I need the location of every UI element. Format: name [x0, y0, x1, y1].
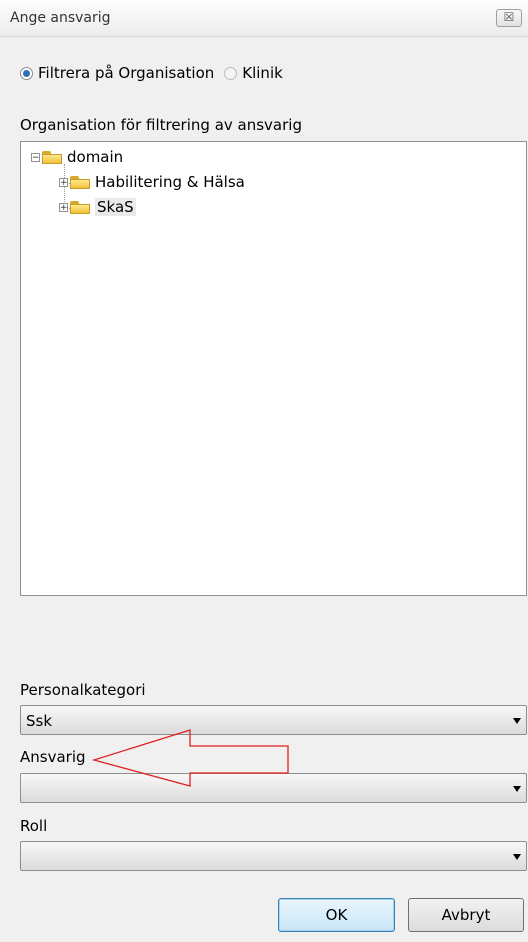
window-title: Ange ansvarig [10, 10, 111, 26]
close-icon[interactable]: ☒ [496, 9, 522, 27]
tree-node-label: SkaS [95, 198, 136, 216]
chevron-down-icon [513, 854, 521, 860]
personalkategori-label: Personalkategori [20, 681, 146, 699]
tree-node-habilitering[interactable]: + Habilitering & Hälsa [59, 173, 245, 191]
radio-organisation-label: Filtrera på Organisation [38, 64, 215, 82]
personalkategori-value: Ssk [26, 712, 53, 730]
tree-node-label: Habilitering & Hälsa [95, 173, 245, 191]
radio-klinik[interactable]: Klinik [224, 64, 283, 82]
radio-klinik-icon[interactable] [224, 66, 238, 80]
filter-radio-group: Filtrera på Organisation Klinik [20, 64, 283, 82]
chevron-down-icon [513, 718, 521, 724]
folder-icon [42, 150, 62, 164]
tree-label: Organisation för filtrering av ansvarig [20, 116, 302, 134]
expand-icon[interactable]: + [59, 177, 68, 187]
tree-node-domain[interactable]: − domain [31, 148, 123, 166]
organisation-tree[interactable]: − domain + Habilitering & Hälsa + SkaS [20, 141, 527, 596]
radio-organisation-icon[interactable] [20, 66, 33, 80]
tree-node-label: domain [67, 148, 124, 166]
title-bar: Ange ansvarig ☒ [0, 0, 528, 37]
ansvarig-label: Ansvarig [20, 748, 86, 766]
cancel-button[interactable]: Avbryt [408, 898, 524, 932]
annotation-arrow-icon [91, 729, 289, 787]
roll-dropdown[interactable] [20, 841, 527, 871]
radio-klinik-label: Klinik [242, 64, 283, 82]
folder-icon [70, 175, 90, 189]
chevron-down-icon [513, 786, 521, 792]
arrow-shape [91, 729, 289, 787]
tree-node-skas[interactable]: + SkaS [59, 198, 136, 216]
ok-button[interactable]: OK [278, 898, 395, 932]
expand-icon[interactable]: + [59, 202, 68, 212]
collapse-icon[interactable]: − [31, 152, 40, 162]
radio-organisation[interactable]: Filtrera på Organisation [20, 64, 214, 82]
roll-label: Roll [20, 817, 48, 835]
folder-icon [70, 200, 90, 214]
